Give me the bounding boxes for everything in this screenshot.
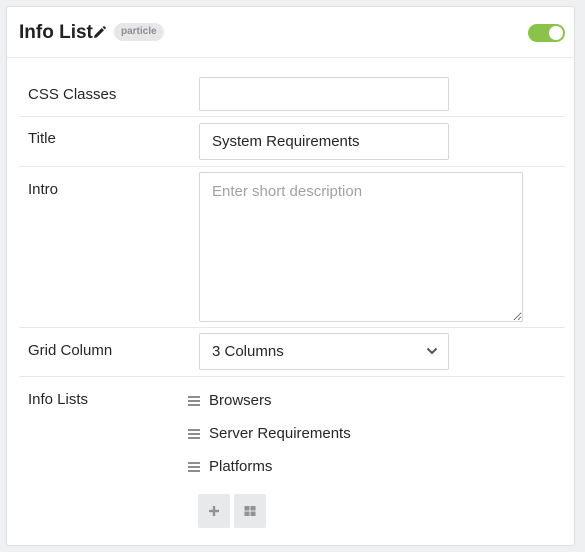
edit-collection-button[interactable]	[234, 494, 266, 528]
intro-label: Intro	[28, 181, 59, 198]
particle-title[interactable]: Info List	[19, 22, 93, 44]
drag-handle-icon[interactable]	[188, 396, 200, 406]
grid-column-select[interactable]: 3 Columns	[199, 333, 449, 370]
grid-column-row: Grid Column 3 Columns	[19, 328, 565, 377]
info-list-item-label: Platforms	[209, 458, 273, 475]
intro-textarea[interactable]	[199, 172, 523, 322]
drag-handle-icon[interactable]	[188, 429, 200, 439]
add-item-button[interactable]	[198, 494, 230, 528]
intro-row: Intro	[19, 167, 565, 328]
info-list-item-label: Browsers	[209, 392, 272, 409]
enable-toggle[interactable]	[528, 24, 565, 42]
toggle-knob	[549, 26, 563, 40]
grid-column-label: Grid Column	[28, 342, 113, 359]
particle-card: Info List particle CSS Classes Title Int…	[6, 6, 575, 546]
grid-icon	[244, 506, 256, 516]
css-classes-input[interactable]	[199, 77, 449, 111]
particle-badge: particle	[114, 23, 164, 41]
card-header: Info List particle	[7, 7, 574, 58]
info-list-item-label: Server Requirements	[209, 425, 351, 442]
title-row: Title	[19, 117, 565, 167]
css-classes-label: CSS Classes	[28, 86, 117, 103]
grid-column-value: 3 Columns	[212, 343, 284, 360]
css-classes-row: CSS Classes	[19, 58, 565, 117]
drag-handle-icon[interactable]	[188, 462, 200, 472]
info-lists-label: Info Lists	[28, 391, 89, 408]
title-label: Title	[28, 130, 56, 147]
chevron-down-icon	[426, 347, 438, 355]
title-input[interactable]	[199, 123, 449, 160]
plus-icon	[209, 506, 219, 516]
pencil-icon[interactable]	[93, 26, 106, 39]
